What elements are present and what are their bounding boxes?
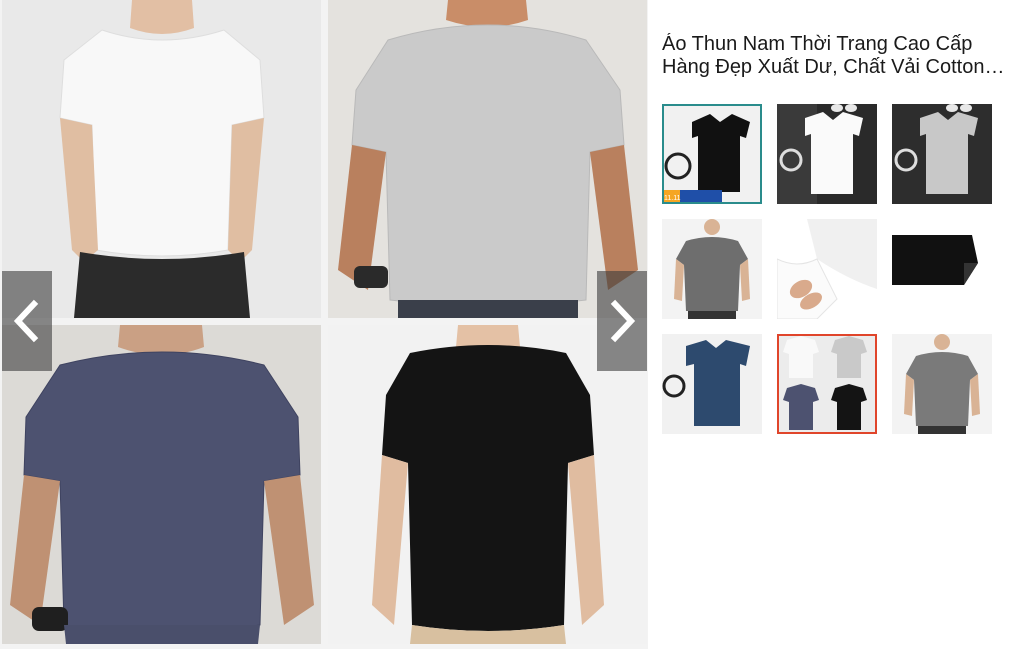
product-image-viewer[interactable] — [0, 0, 648, 649]
thumbnail-white-fabric[interactable] — [777, 219, 877, 319]
black-tshirt-photo — [328, 325, 647, 644]
thumbnail-grey-model-2[interactable] — [892, 334, 992, 434]
previous-image-button[interactable] — [2, 271, 52, 371]
thumbnail-black-flatlay[interactable]: 11.11 — [662, 104, 762, 204]
thumbnail-collage[interactable] — [777, 334, 877, 434]
next-image-button[interactable] — [597, 271, 647, 371]
thumbnail-grey-model[interactable] — [662, 219, 762, 319]
chevron-left-icon — [13, 299, 39, 343]
product-title: Áo Thun Nam Thời Trang Cao Cấp Hàng Đẹp … — [662, 33, 985, 78]
navy-tshirt-photo — [2, 325, 321, 644]
thumbnail-grey-flatlay[interactable] — [892, 104, 992, 204]
thumbnail-navy-flatlay[interactable] — [662, 334, 762, 434]
chevron-right-icon — [610, 299, 636, 343]
product-info-panel: Áo Thun Nam Thời Trang Cao Cấp Hàng Đẹp … — [662, 0, 1022, 649]
thumbnail-white-flatlay[interactable] — [777, 104, 877, 204]
thumbnail-black-fabric[interactable] — [892, 219, 992, 319]
sale-badge-text: 11.11 — [664, 195, 681, 202]
